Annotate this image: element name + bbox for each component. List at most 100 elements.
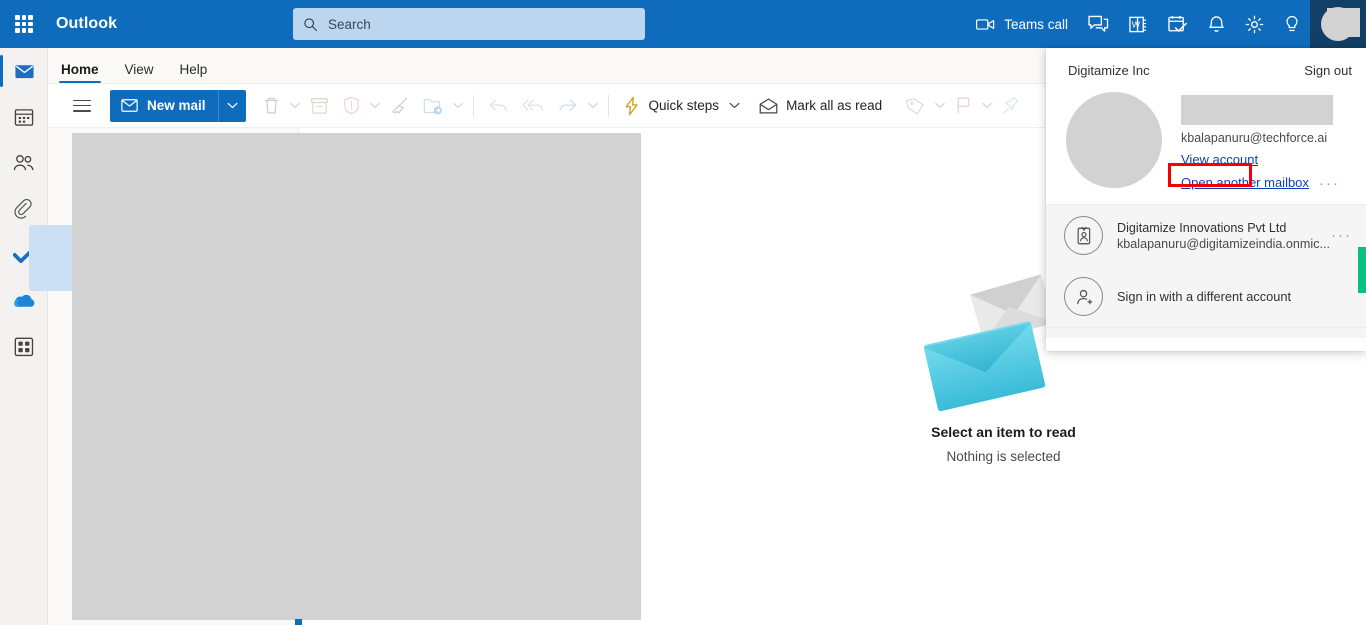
organization-name: Digitamize Inc <box>1068 62 1150 78</box>
chat-icon[interactable] <box>1078 0 1119 48</box>
quick-steps-button[interactable]: Quick steps <box>616 90 727 122</box>
app-launcher-grid <box>15 15 33 33</box>
account-more-options-icon[interactable]: ··· <box>1331 227 1352 244</box>
archive-box-icon <box>310 97 328 114</box>
app-rail <box>0 48 48 625</box>
account-email: kbalapanuru@techforce.ai <box>1181 131 1328 145</box>
empty-state-title: Select an item to read <box>931 424 1076 440</box>
undo-button[interactable] <box>481 90 515 122</box>
reply-all-arrow-icon <box>521 99 543 111</box>
flag-dropdown[interactable] <box>979 102 995 109</box>
top-header-bar: Outlook Search Teams call W <box>0 0 1366 48</box>
sign-in-different-text: Sign in with a different account <box>1117 289 1352 304</box>
scroll-indicator <box>295 619 302 625</box>
badge-id-icon <box>1064 216 1103 255</box>
view-account-link[interactable]: View account <box>1181 152 1258 167</box>
apps-grid-icon <box>14 337 34 357</box>
hamburger-menu-icon[interactable] <box>62 84 102 128</box>
delete-button[interactable] <box>256 90 287 122</box>
new-mail-button[interactable]: New mail <box>110 89 246 122</box>
chevron-down-icon <box>935 102 945 108</box>
feedback-tab[interactable] <box>1358 247 1366 293</box>
move-to-dropdown[interactable] <box>450 102 466 109</box>
report-junk-button[interactable] <box>336 90 367 122</box>
lightning-bolt-icon <box>625 96 638 115</box>
bell-icon[interactable] <box>1198 0 1235 48</box>
calendar-icon <box>14 109 34 126</box>
account-email-secondary: kbalapanuru@digitamizeindia.onmic... <box>1117 236 1330 251</box>
trash-icon <box>264 97 278 114</box>
chevron-down-icon <box>982 102 992 108</box>
current-account-section: kbalapanuru@techforce.ai View account Op… <box>1046 92 1366 204</box>
teams-call-button[interactable]: Teams call <box>970 0 1078 48</box>
avatar[interactable] <box>1310 0 1366 48</box>
lightbulb-icon[interactable] <box>1274 0 1310 48</box>
forward-dropdown[interactable] <box>585 102 601 109</box>
forward-button[interactable] <box>551 90 585 122</box>
delete-dropdown[interactable] <box>287 102 303 109</box>
broom-icon <box>391 97 407 114</box>
report-dropdown[interactable] <box>367 102 383 109</box>
categorize-button[interactable] <box>899 90 932 122</box>
user-avatar-large[interactable] <box>1066 92 1162 188</box>
flag-icon <box>957 97 970 114</box>
sidebar-item-calendar[interactable] <box>0 94 48 140</box>
chevron-down-icon <box>587 102 598 108</box>
pin-button[interactable] <box>995 90 1028 122</box>
sidebar-item-people[interactable] <box>0 140 48 186</box>
account-list-item[interactable]: Digitamize Innovations Pvt Ltd kbalapanu… <box>1046 205 1366 266</box>
chevron-down-icon <box>289 102 300 108</box>
contacts-card-icon[interactable]: W <box>1119 0 1158 48</box>
onedrive-cloud-icon <box>14 294 35 307</box>
account-list-item-text: Digitamize Innovations Pvt Ltd kbalapanu… <box>1117 221 1352 251</box>
search-icon <box>303 17 318 32</box>
quick-steps-dropdown[interactable] <box>726 102 742 109</box>
new-mail-dropdown[interactable] <box>217 89 246 122</box>
add-person-icon <box>1064 277 1103 316</box>
flag-button[interactable] <box>948 90 979 122</box>
account-flyout-header: Digitamize Inc Sign out <box>1046 48 1366 92</box>
calendar-check-icon[interactable] <box>1158 0 1198 48</box>
sign-in-different-account-item[interactable]: Sign in with a different account <box>1046 266 1366 327</box>
search-placeholder: Search <box>328 16 371 32</box>
new-mail-main[interactable]: New mail <box>110 98 218 113</box>
tab-home[interactable]: Home <box>48 62 112 84</box>
pin-icon <box>1003 96 1019 114</box>
account-name: Digitamize Innovations Pvt Ltd <box>1117 220 1287 235</box>
header-actions: Teams call W <box>970 0 1366 48</box>
search-input[interactable]: Search <box>293 8 645 40</box>
tab-help[interactable]: Help <box>167 62 221 84</box>
chevron-down-icon <box>227 102 238 109</box>
ribbon-divider <box>472 94 474 117</box>
tag-icon <box>906 97 924 114</box>
current-account-info: kbalapanuru@techforce.ai View account Op… <box>1181 92 1352 204</box>
envelope-icon <box>121 99 138 112</box>
current-account-more-options-icon[interactable]: ··· <box>1319 175 1340 192</box>
archive-button[interactable] <box>303 90 336 122</box>
mark-all-read-label: Mark all as read <box>786 98 883 113</box>
attachment-icon <box>14 198 32 219</box>
svg-text:W: W <box>1132 19 1141 29</box>
sweep-button[interactable] <box>383 90 416 122</box>
app-launcher-icon[interactable] <box>0 0 48 48</box>
shield-alert-icon <box>343 96 359 115</box>
open-another-mailbox-link[interactable]: Open another mailbox <box>1181 175 1309 190</box>
ribbon-divider-2 <box>607 94 609 117</box>
content-redaction-block <box>72 133 641 620</box>
sidebar-item-mail[interactable] <box>0 48 48 94</box>
avatar-redaction-block <box>1327 8 1360 37</box>
tab-view[interactable]: View <box>112 62 167 84</box>
quick-steps-label: Quick steps <box>648 98 720 113</box>
sidebar-item-apps[interactable] <box>0 324 48 370</box>
move-folder-icon <box>423 98 442 114</box>
chevron-down-icon <box>369 102 380 108</box>
categorize-dropdown[interactable] <box>932 102 948 109</box>
reply-all-button[interactable] <box>515 90 551 122</box>
flyout-footer <box>1046 327 1366 338</box>
sign-out-link[interactable]: Sign out <box>1304 63 1352 78</box>
move-to-button[interactable] <box>416 90 450 122</box>
outlook-web-app: Outlook Search Teams call W Home View He… <box>0 0 1366 625</box>
app-title[interactable]: Outlook <box>56 15 117 33</box>
mark-all-read-button[interactable]: Mark all as read <box>752 90 889 122</box>
gear-icon[interactable] <box>1235 0 1274 48</box>
